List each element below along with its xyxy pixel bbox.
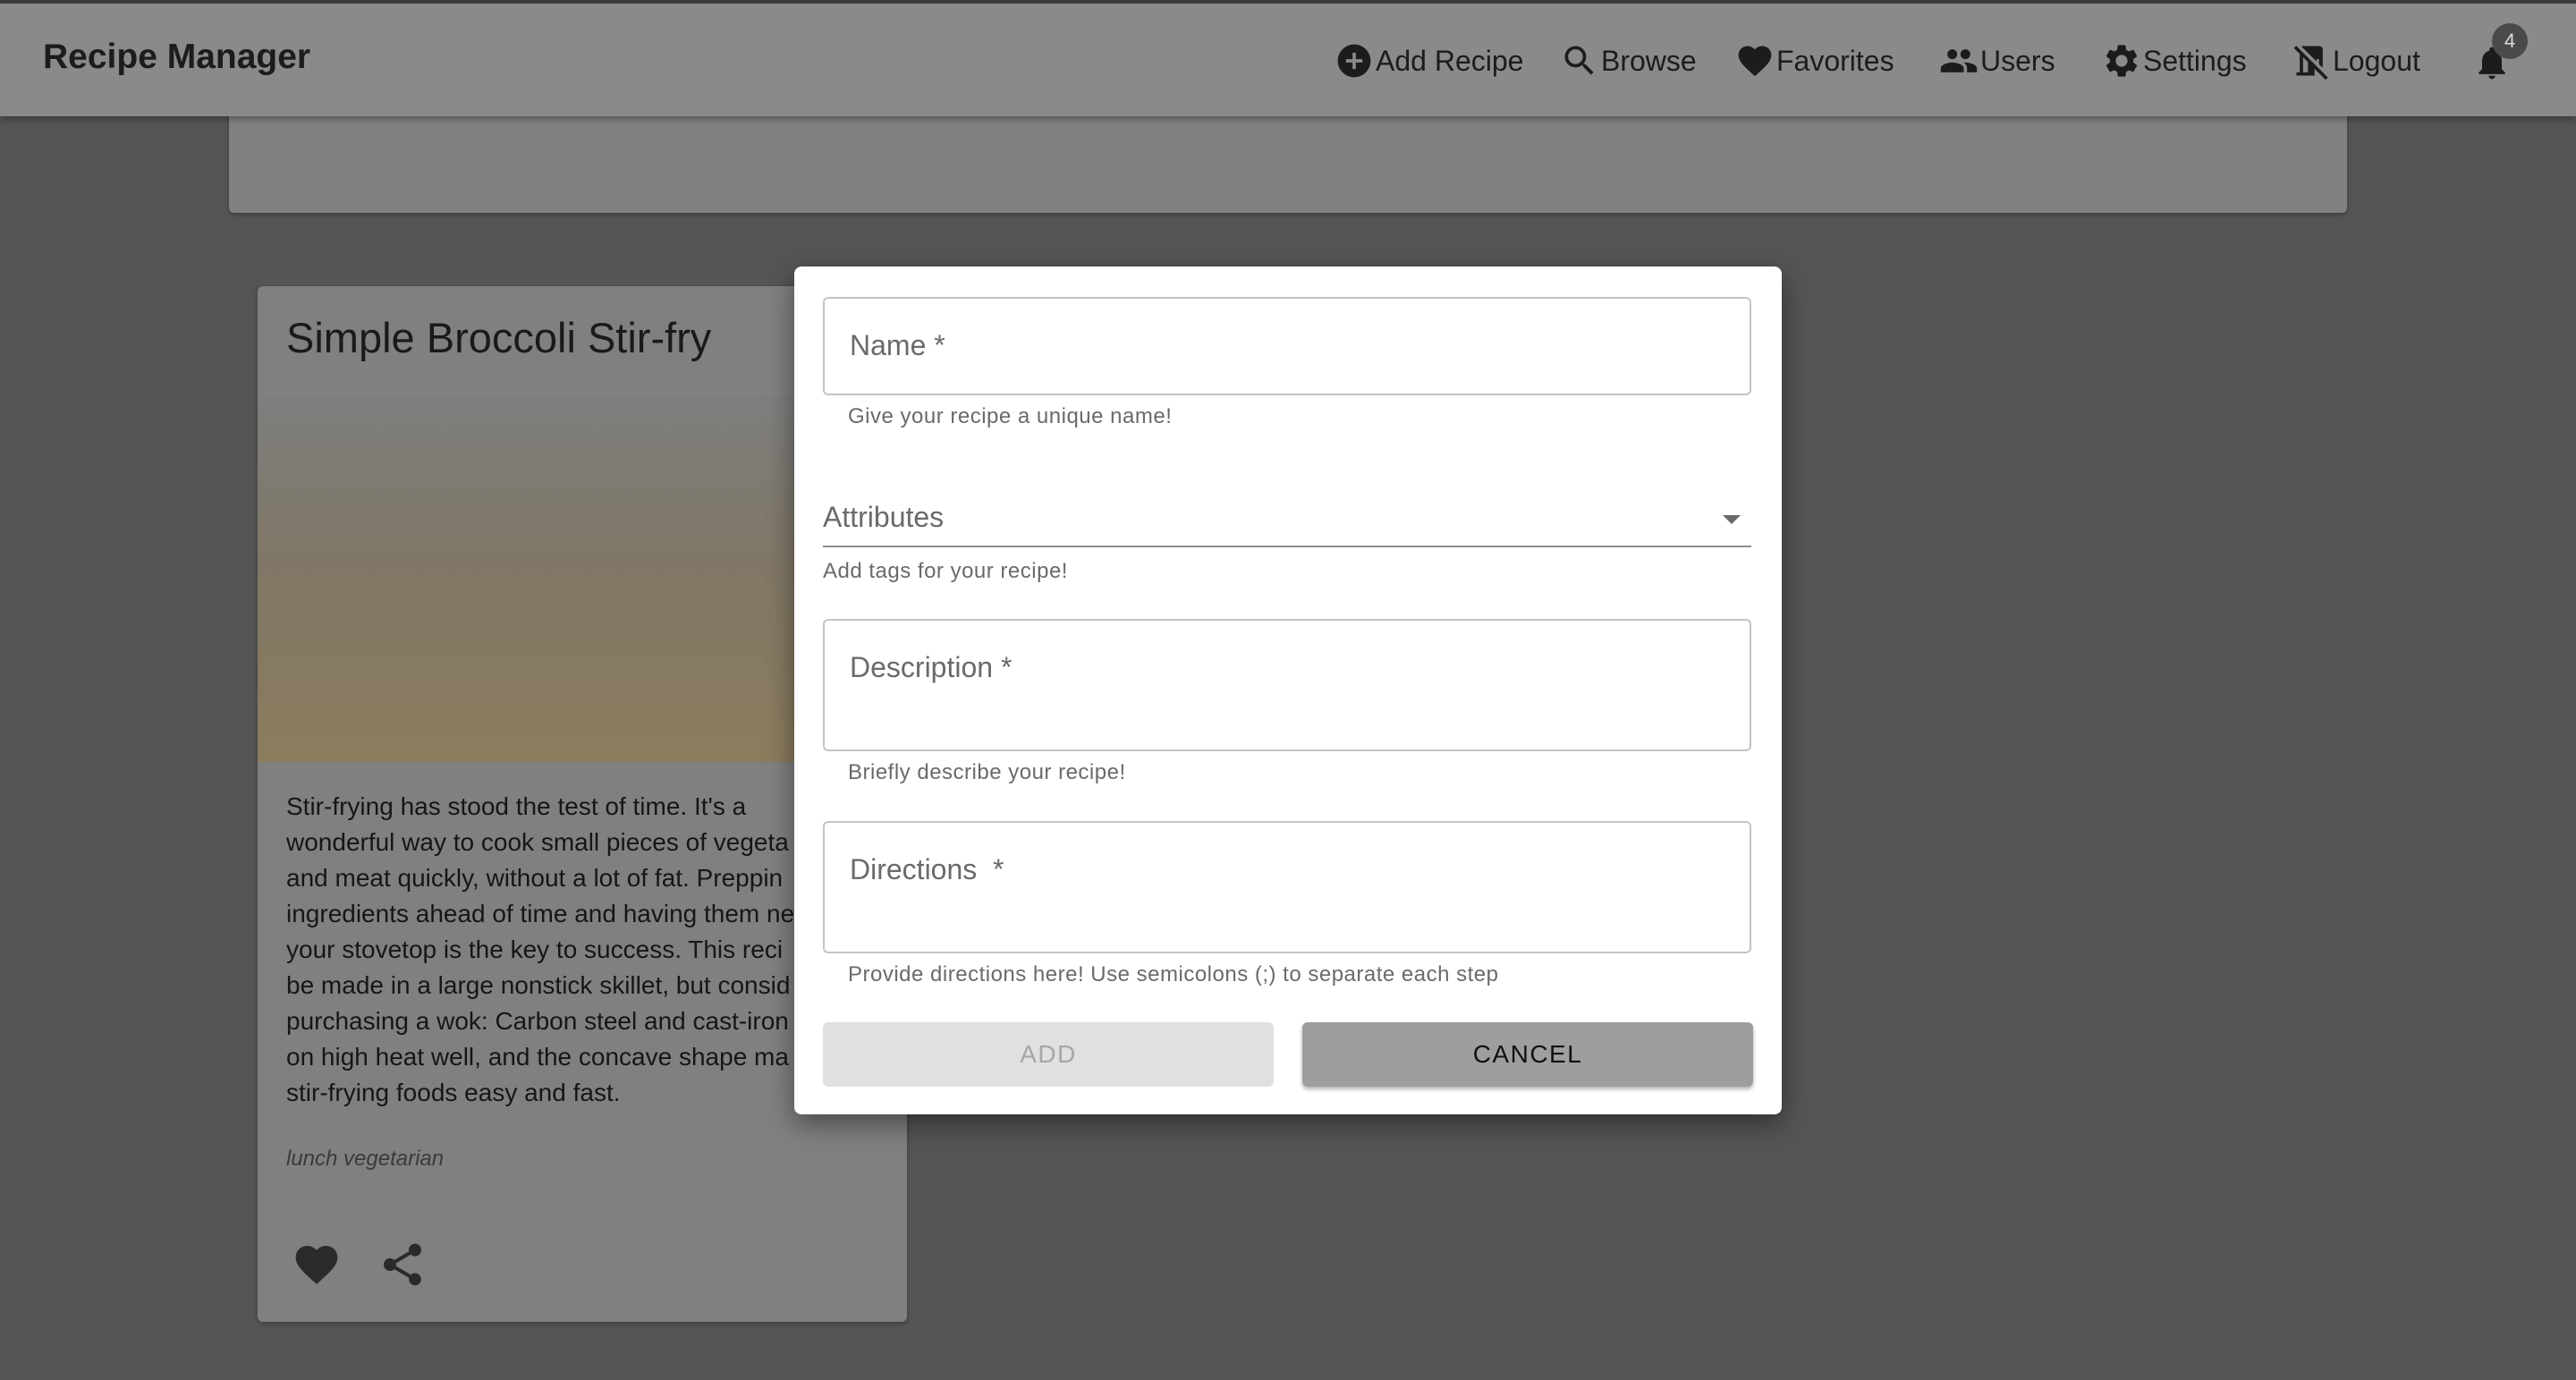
description-helper-text: Briefly describe your recipe!	[848, 760, 1126, 784]
app-bar: Recipe Manager Add Recipe Browse Favorit…	[0, 0, 2576, 116]
nav-logout[interactable]: Logout	[2292, 39, 2420, 82]
nav-favorites-label: Favorites	[1776, 44, 1894, 77]
description-field-label: Description *	[850, 651, 1013, 683]
no-door-icon	[2293, 46, 2328, 80]
attributes-select[interactable]: Attributes	[823, 497, 1751, 547]
description-field[interactable]: Description *	[823, 619, 1751, 751]
directions-field-label: Directions *	[850, 853, 1004, 885]
nav-settings-label: Settings	[2143, 44, 2247, 77]
description-line: your stovetop is the key to success. Thi…	[286, 936, 784, 963]
heart-icon	[295, 1246, 338, 1284]
app-title: Recipe Manager	[43, 38, 311, 76]
people-icon	[1940, 49, 1978, 72]
nav-users-label: Users	[1980, 44, 2055, 77]
nav-browse-label: Browse	[1601, 44, 1697, 77]
description-line: Stir-frying has stood the test of time. …	[286, 792, 747, 820]
description-line: stir-frying foods easy and fast.	[286, 1079, 621, 1106]
name-field-label: Name *	[850, 329, 945, 361]
recipe-card-title: Simple Broccoli Stir-fry	[286, 314, 712, 361]
nav-users[interactable]: Users	[1939, 39, 2055, 82]
share-icon	[384, 1243, 421, 1286]
description-line: on high heat well, and the concave shape…	[286, 1043, 789, 1071]
cancel-button[interactable]: CANCEL	[1302, 1022, 1753, 1087]
chevron-down-icon	[1723, 515, 1741, 524]
recipe-card-description: Stir-frying has stood the test of time. …	[286, 789, 859, 1111]
add-button[interactable]: ADD	[823, 1022, 1274, 1087]
nav-add-recipe-label: Add Recipe	[1376, 44, 1524, 77]
share-button[interactable]	[377, 1240, 428, 1290]
top-panel	[229, 107, 2347, 213]
name-field[interactable]: Name *	[823, 297, 1751, 395]
nav-browse[interactable]: Browse	[1560, 39, 1697, 82]
name-helper-text: Give your recipe a unique name!	[848, 404, 1173, 428]
nav-logout-label: Logout	[2333, 44, 2420, 77]
notification-badge: 4	[2492, 23, 2528, 59]
description-line: and meat quickly, without a lot of fat. …	[286, 864, 784, 892]
heart-icon	[1738, 46, 1772, 77]
description-line: wonderful way to cook small pieces of ve…	[286, 828, 789, 856]
attributes-select-label: Attributes	[823, 501, 945, 533]
nav-settings[interactable]: Settings	[2102, 39, 2247, 82]
directions-helper-text: Provide directions here! Use semicolons …	[848, 962, 1499, 986]
description-line: ingredients ahead of time and having the…	[286, 900, 795, 927]
favorite-button[interactable]	[292, 1240, 342, 1290]
gear-icon	[2106, 45, 2138, 77]
description-line: purchasing a wok: Carbon steel and cast-…	[286, 1007, 789, 1035]
add-recipe-dialog: Name * Give your recipe a unique name! A…	[794, 267, 1782, 1114]
recipe-card-tags: lunch vegetarian	[286, 1147, 445, 1171]
description-line: be made in a large nonstick skillet, but…	[286, 971, 791, 999]
attributes-helper-text: Add tags for your recipe!	[823, 559, 1068, 583]
add-circle-icon	[1337, 44, 1371, 78]
directions-field[interactable]: Directions *	[823, 821, 1751, 953]
nav-favorites[interactable]: Favorites	[1735, 39, 1894, 82]
nav-add-recipe[interactable]: Add Recipe	[1335, 39, 1523, 82]
search-icon	[1564, 46, 1594, 75]
